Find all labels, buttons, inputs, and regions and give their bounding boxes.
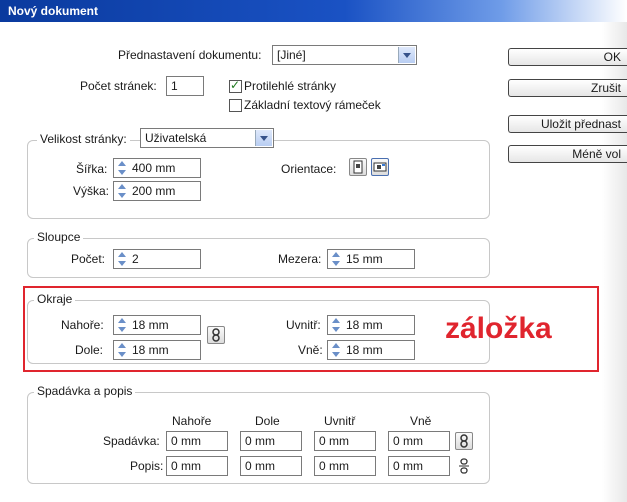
height-value: 200 mm xyxy=(132,184,176,198)
page-size-label: Velikost stránky: xyxy=(37,132,130,146)
annotation-text: záložka xyxy=(445,312,552,345)
height-label: Výška: xyxy=(73,184,110,198)
save-preset-button[interactable]: Uložit přednast xyxy=(508,115,627,133)
bleed-inside-input[interactable]: 0 mm xyxy=(314,431,376,451)
page-size-value: Uživatelská xyxy=(145,131,207,145)
bleed-header-top: Nahoře xyxy=(172,414,212,428)
height-stepper[interactable]: 200 mm xyxy=(113,181,201,201)
master-frame-label: Základní textový rámeček xyxy=(244,98,381,112)
stepper-arrows-icon[interactable] xyxy=(331,252,341,266)
slug-outside-input[interactable]: 0 mm xyxy=(388,456,450,476)
page-size-select[interactable]: Uživatelská xyxy=(140,128,274,148)
chevron-down-icon[interactable] xyxy=(255,130,272,146)
bleed-outside-input[interactable]: 0 mm xyxy=(388,431,450,451)
column-count-stepper[interactable]: 2 xyxy=(113,249,201,269)
slug-bottom-input[interactable]: 0 mm xyxy=(240,456,302,476)
bleed-header-bottom: Dole xyxy=(255,414,280,428)
master-frame-checkbox[interactable] xyxy=(229,99,242,112)
bleed-header-inside: Uvnitř xyxy=(324,414,356,428)
window-titlebar: Nový dokument xyxy=(0,0,627,22)
width-label: Šířka: xyxy=(76,162,108,176)
page-size-group xyxy=(27,140,490,219)
column-count-label: Počet: xyxy=(71,252,106,266)
bleed-top-input[interactable]: 0 mm xyxy=(166,431,228,451)
facing-pages-label: Protilehlé stránky xyxy=(244,79,337,93)
preset-value: [Jiné] xyxy=(277,48,306,62)
bleed-slug-title: Spadávka a popis xyxy=(34,384,136,398)
stepper-arrows-icon[interactable] xyxy=(117,184,127,198)
column-count-value: 2 xyxy=(132,252,139,266)
stepper-arrows-icon[interactable] xyxy=(117,161,127,175)
slug-label: Popis: xyxy=(130,459,164,473)
width-stepper[interactable]: 400 mm xyxy=(113,158,201,178)
page-count-input[interactable]: 1 xyxy=(166,76,204,96)
bleed-header-outside: Vně xyxy=(410,414,432,428)
portrait-orientation-icon[interactable] xyxy=(349,158,367,176)
chevron-down-icon[interactable] xyxy=(398,47,415,63)
bleed-bottom-input[interactable]: 0 mm xyxy=(240,431,302,451)
gutter-stepper[interactable]: 15 mm xyxy=(327,249,415,269)
columns-title: Sloupce xyxy=(34,230,84,244)
fewer-options-button[interactable]: Méně vol xyxy=(508,145,627,163)
ok-button[interactable]: OK xyxy=(508,48,627,66)
bleed-label: Spadávka: xyxy=(103,434,160,448)
preset-label: Přednastavení dokumentu: xyxy=(118,48,262,62)
gutter-label: Mezera: xyxy=(278,252,322,266)
stepper-arrows-icon[interactable] xyxy=(117,252,127,266)
orientation-label: Orientace: xyxy=(281,162,337,176)
preset-select[interactable]: [Jiné] xyxy=(272,45,417,65)
slug-inside-input[interactable]: 0 mm xyxy=(314,456,376,476)
cancel-button[interactable]: Zrušit xyxy=(508,79,627,97)
gutter-value: 15 mm xyxy=(346,252,383,266)
window-title: Nový dokument xyxy=(8,4,99,18)
slug-top-input[interactable]: 0 mm xyxy=(166,456,228,476)
page-count-label: Počet stránek: xyxy=(80,79,157,93)
width-value: 400 mm xyxy=(132,161,176,175)
landscape-orientation-icon[interactable] xyxy=(371,158,389,176)
broken-chain-icon[interactable] xyxy=(457,458,471,474)
chain-link-icon[interactable] xyxy=(455,432,473,450)
facing-pages-checkbox[interactable] xyxy=(229,78,242,93)
